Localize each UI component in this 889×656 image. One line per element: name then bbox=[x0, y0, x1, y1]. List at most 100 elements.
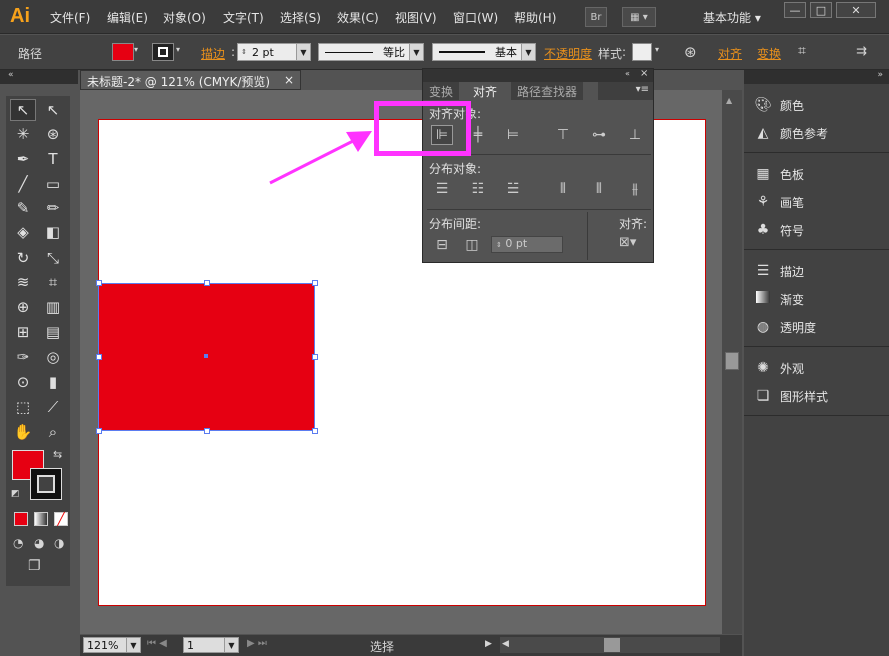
stroke-swatch[interactable] bbox=[152, 43, 174, 61]
selection-handle[interactable] bbox=[312, 280, 318, 286]
maximize-button[interactable]: □ bbox=[810, 2, 832, 18]
tab-pathfinder[interactable]: 路径查找器 bbox=[511, 82, 584, 100]
document-tab[interactable]: 未标题-2* @ 121% (CMYK/预览) × bbox=[80, 70, 301, 90]
free-transform-tool-icon[interactable]: ⌗ bbox=[40, 271, 66, 293]
direct-selection-tool-icon[interactable]: ↖ bbox=[40, 99, 66, 121]
close-button[interactable]: ✕ bbox=[836, 2, 876, 18]
gradient-tool-icon[interactable]: ▤ bbox=[40, 321, 66, 343]
vertical-distribute-space-icon[interactable]: ⊟ bbox=[431, 235, 453, 255]
brushes-panel-button[interactable]: ⚘ 画笔 bbox=[744, 189, 889, 215]
shape-builder-tool-icon[interactable]: ⊕ bbox=[10, 296, 36, 318]
stroke-panel-button[interactable]: ☰ 描边 bbox=[744, 258, 889, 284]
rectangle-tool-icon[interactable]: ▭ bbox=[40, 173, 66, 195]
horizontal-distribute-space-icon[interactable]: ◫ bbox=[461, 235, 483, 255]
column-graph-tool-icon[interactable]: ▮ bbox=[40, 371, 66, 393]
gradient-mode-icon[interactable] bbox=[34, 512, 48, 526]
vertical-distribute-top-icon[interactable]: ☰ bbox=[431, 179, 453, 199]
menu-object[interactable]: 对象(O) bbox=[163, 9, 206, 26]
scroll-up-icon[interactable]: ▲ bbox=[726, 96, 732, 105]
workspace-switcher[interactable]: 基本功能 ▾ bbox=[703, 9, 761, 26]
vertical-distribute-bottom-icon[interactable]: ☱ bbox=[502, 179, 524, 199]
tab-transform[interactable]: 变换 bbox=[423, 82, 460, 100]
draw-inside-icon[interactable]: ◑ bbox=[54, 536, 64, 550]
bridge-button[interactable]: Br bbox=[585, 7, 607, 27]
fill-swatch[interactable] bbox=[112, 43, 134, 61]
gradient-panel-button[interactable]: 渐变 bbox=[744, 286, 889, 312]
control-menu-icon[interactable]: ⇉ bbox=[856, 44, 867, 59]
first-artboard-icon[interactable]: ⏮ ◀ bbox=[147, 638, 167, 649]
tab-align[interactable]: 对齐 bbox=[467, 82, 504, 100]
brush-definition[interactable]: 基本 ▼ bbox=[432, 43, 536, 61]
stroke-link[interactable]: 描边 bbox=[201, 45, 225, 62]
selection-handle[interactable] bbox=[312, 428, 318, 434]
menu-file[interactable]: 文件(F) bbox=[50, 9, 90, 26]
vertical-distribute-center-icon[interactable]: ☷ bbox=[467, 179, 489, 199]
swap-colors-icon[interactable]: ⇆ bbox=[53, 448, 62, 461]
blob-brush-tool-icon[interactable]: ◈ bbox=[10, 221, 36, 243]
horizontal-distribute-left-icon[interactable]: ⫴ bbox=[552, 179, 574, 199]
magic-wand-tool-icon[interactable]: ✳ bbox=[10, 123, 36, 145]
pencil-tool-icon[interactable]: ✏ bbox=[40, 197, 66, 219]
recolor-artwork-icon[interactable]: ⊛ bbox=[684, 43, 697, 61]
scroll-left-icon[interactable]: ◀ bbox=[502, 639, 509, 649]
stroke-color-box[interactable] bbox=[30, 468, 62, 500]
horizontal-scrollbar[interactable]: ◀ bbox=[500, 637, 720, 653]
expand-icon[interactable]: » bbox=[877, 70, 883, 80]
transparency-panel-button[interactable]: ◍ 透明度 bbox=[744, 314, 889, 340]
scale-tool-icon[interactable]: ⤡ bbox=[40, 247, 66, 269]
blend-tool-icon[interactable]: ◎ bbox=[40, 346, 66, 368]
close-tab-icon[interactable]: × bbox=[284, 73, 294, 87]
symbol-sprayer-tool-icon[interactable]: ⊙ bbox=[10, 371, 36, 393]
spacing-value-field[interactable]: ⇕ 0 pt bbox=[491, 236, 563, 253]
align-link[interactable]: 对齐 bbox=[718, 45, 742, 62]
isolate-icon[interactable]: ⌗ bbox=[798, 43, 806, 59]
pen-tool-icon[interactable]: ✒ bbox=[10, 148, 36, 170]
chevron-down-icon[interactable]: ▼ bbox=[224, 638, 238, 652]
draw-behind-icon[interactable]: ◕ bbox=[34, 536, 44, 550]
align-to-selection-icon[interactable]: ⊠▾ bbox=[619, 235, 636, 250]
appearance-panel-button[interactable]: ✺ 外观 bbox=[744, 355, 889, 381]
right-dock-strip[interactable]: » bbox=[744, 70, 889, 84]
paintbrush-tool-icon[interactable]: ✎ bbox=[10, 197, 36, 219]
screen-mode-icon[interactable]: ❐ bbox=[28, 558, 41, 574]
lasso-tool-icon[interactable]: ⊛ bbox=[40, 123, 66, 145]
mesh-tool-icon[interactable]: ⊞ bbox=[10, 321, 36, 343]
warp-tool-icon[interactable]: ≋ bbox=[10, 271, 36, 293]
default-colors-icon[interactable]: ◩ bbox=[11, 489, 20, 499]
slice-tool-icon[interactable]: ⟋ bbox=[40, 396, 66, 418]
graphic-style-swatch[interactable] bbox=[632, 43, 652, 61]
toolbar-collapse-strip[interactable]: « bbox=[0, 70, 78, 84]
selection-handle[interactable] bbox=[204, 428, 210, 434]
menu-select[interactable]: 选择(S) bbox=[280, 9, 321, 26]
menu-effect[interactable]: 效果(C) bbox=[337, 9, 379, 26]
collapse-icon[interactable]: « bbox=[625, 69, 630, 78]
menu-view[interactable]: 视图(V) bbox=[395, 9, 437, 26]
chevron-down-icon[interactable]: ▼ bbox=[126, 638, 140, 652]
scrollbar-thumb[interactable] bbox=[725, 352, 739, 370]
line-tool-icon[interactable]: ╱ bbox=[10, 173, 36, 195]
selection-tool-icon[interactable]: ↖ bbox=[10, 99, 36, 121]
chevron-down-icon[interactable]: ▼ bbox=[521, 44, 535, 60]
vertical-align-center-icon[interactable]: ⊶ bbox=[588, 125, 610, 145]
selection-handle[interactable] bbox=[204, 280, 210, 286]
stepper-arrows-icon[interactable]: ⇕ bbox=[496, 241, 502, 249]
eraser-tool-icon[interactable]: ◧ bbox=[40, 221, 66, 243]
vertical-align-top-icon[interactable]: ⊤ bbox=[552, 125, 574, 145]
stepper-arrows-icon[interactable]: ⇕ bbox=[238, 48, 250, 56]
vertical-align-bottom-icon[interactable]: ⊥ bbox=[624, 125, 646, 145]
artboard-number-field[interactable]: 1 ▼ bbox=[183, 637, 239, 653]
swatches-panel-button[interactable]: ▦ 色板 bbox=[744, 161, 889, 187]
opacity-link[interactable]: 不透明度 bbox=[544, 45, 592, 62]
panel-menu-icon[interactable]: ▾≡ bbox=[636, 84, 649, 95]
none-mode-icon[interactable]: ╱ bbox=[54, 512, 68, 526]
eyedropper-tool-icon[interactable]: ✑ bbox=[10, 346, 36, 368]
collapse-icon[interactable]: « bbox=[8, 70, 14, 80]
hand-tool-icon[interactable]: ✋ bbox=[10, 421, 36, 443]
horizontal-align-right-icon[interactable]: ⊨ bbox=[502, 125, 524, 145]
chevron-down-icon[interactable]: ▼ bbox=[296, 44, 310, 60]
transform-link[interactable]: 变换 bbox=[757, 45, 781, 62]
perspective-grid-tool-icon[interactable]: ▥ bbox=[40, 296, 66, 318]
graphic-styles-panel-button[interactable]: ❏ 图形样式 bbox=[744, 383, 889, 409]
menu-edit[interactable]: 编辑(E) bbox=[107, 9, 148, 26]
status-menu-icon[interactable]: ▶ bbox=[485, 639, 492, 649]
